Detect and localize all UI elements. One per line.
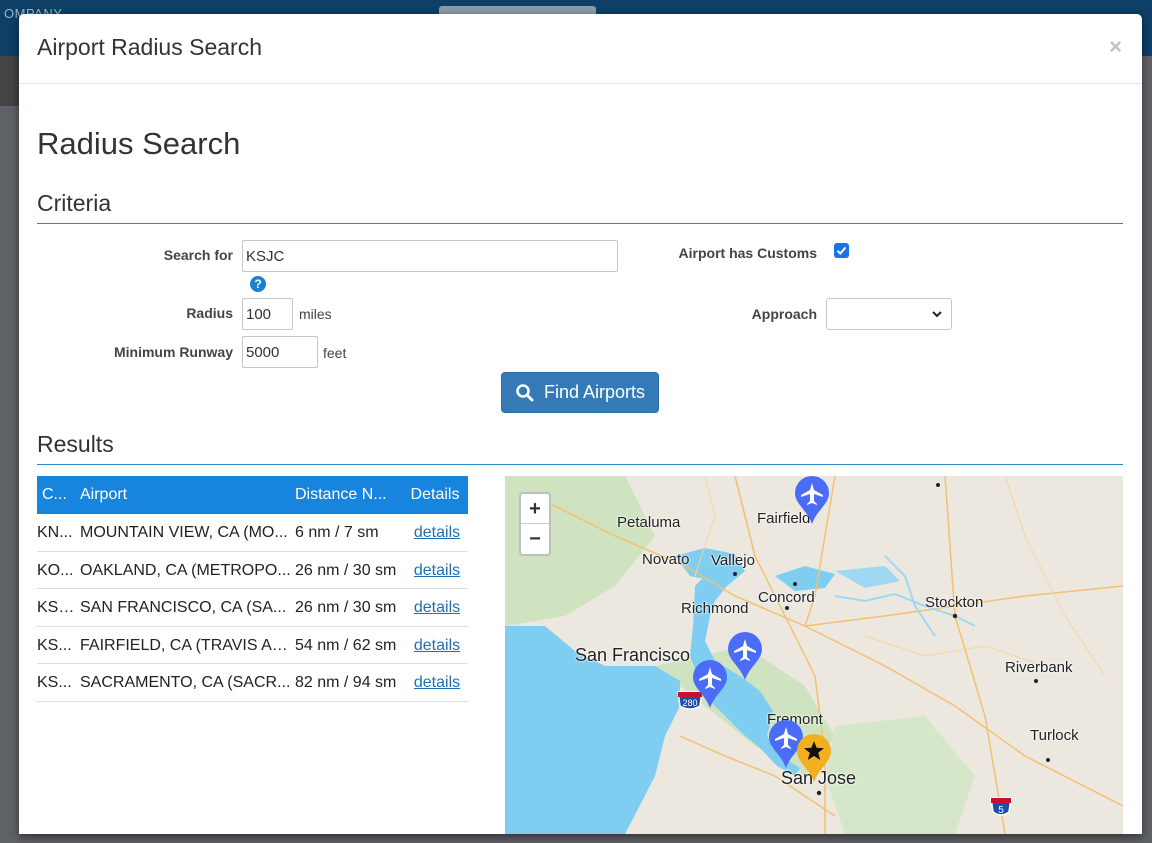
column-header-code[interactable]: C...: [42, 486, 77, 504]
modal-header: Airport Radius Search ×: [19, 14, 1142, 84]
cell-distance: 26 nm / 30 sm: [295, 561, 397, 579]
interstate-5-shield-icon: 5: [990, 797, 1012, 816]
table-row: KN... MOUNTAIN VIEW, CA (MO... 6 nm / 7 …: [37, 514, 468, 552]
details-link[interactable]: details: [412, 637, 462, 655]
city-label-vallejo: Vallejo: [711, 552, 755, 569]
details-link[interactable]: details: [412, 599, 462, 617]
min-runway-label: Minimum Runway: [113, 344, 233, 360]
cell-code: KSFO: [37, 599, 77, 617]
city-label-concord: Concord: [758, 589, 815, 606]
cell-airport: MOUNTAIN VIEW, CA (MO...: [80, 524, 288, 541]
radius-input[interactable]: [242, 298, 293, 330]
cell-distance: 6 nm / 7 sm: [295, 524, 379, 541]
table-row: KSFO SAN FRANCISCO, CA (SA... 26 nm / 30…: [37, 589, 468, 627]
table-row: KS... FAIRFIELD, CA (TRAVIS AFB) 54 nm /…: [37, 627, 468, 665]
checkmark-icon: [836, 246, 847, 255]
interstate-5-label: 5: [998, 805, 1004, 816]
min-runway-input[interactable]: [242, 336, 318, 368]
zoom-out-button[interactable]: −: [521, 524, 549, 554]
results-map[interactable]: + − Petaluma Fairfield Novato Vallejo Ri…: [505, 476, 1123, 834]
airport-radius-search-modal: Airport Radius Search × Radius Search Cr…: [19, 14, 1142, 834]
airport-marker-oakland-icon[interactable]: [726, 632, 764, 682]
zoom-in-button[interactable]: +: [521, 494, 549, 524]
table-row: KO... OAKLAND, CA (METROPO... 26 nm / 30…: [37, 552, 468, 590]
city-label-richmond: Richmond: [681, 600, 749, 617]
radius-unit: miles: [299, 306, 332, 322]
chevron-down-icon: [932, 311, 942, 318]
results-heading: Results: [37, 431, 114, 457]
city-label-san-francisco: San Francisco: [575, 645, 691, 665]
find-airports-label: Find Airports: [543, 382, 646, 402]
approach-label: Approach: [751, 306, 817, 322]
cell-distance: 54 nm / 62 sm: [295, 636, 397, 654]
page-title: Radius Search: [37, 126, 241, 161]
search-for-input[interactable]: [242, 240, 618, 272]
approach-select[interactable]: [826, 298, 952, 330]
details-link[interactable]: details: [412, 524, 462, 542]
find-airports-button[interactable]: Find Airports: [501, 372, 659, 413]
cell-airport: OAKLAND, CA (METROPO...: [80, 561, 291, 579]
search-icon: [516, 383, 534, 401]
min-runway-unit: feet: [323, 345, 347, 361]
cell-code: KN...: [37, 524, 73, 541]
column-header-details[interactable]: Details: [407, 486, 463, 504]
column-header-distance[interactable]: Distance N...: [295, 486, 407, 504]
city-label-stockton: Stockton: [925, 594, 984, 611]
origin-marker-star-icon[interactable]: [795, 734, 833, 784]
modal-title: Airport Radius Search: [37, 34, 262, 60]
cell-airport: FAIRFIELD, CA (TRAVIS AFB): [80, 636, 295, 654]
results-table: C... Airport Distance N... Details KN...…: [37, 476, 468, 702]
criteria-divider: [37, 223, 1123, 224]
city-label-riverbank: Riverbank: [1005, 659, 1073, 676]
radius-label: Radius: [186, 305, 233, 321]
customs-checkbox[interactable]: [834, 243, 849, 258]
background-sidebar: [0, 56, 19, 106]
airport-marker-fairfield-icon[interactable]: [793, 476, 831, 526]
cell-distance: 26 nm / 30 sm: [295, 599, 397, 617]
city-label-novato: Novato: [642, 551, 690, 568]
zoom-control: + −: [519, 492, 551, 556]
cell-code: KO...: [37, 561, 74, 579]
results-divider: [37, 464, 1123, 465]
cell-code: KS...: [37, 674, 72, 692]
results-table-header: C... Airport Distance N... Details: [37, 476, 468, 514]
column-header-airport[interactable]: Airport: [80, 486, 295, 504]
city-label-petaluma: Petaluma: [617, 514, 681, 531]
close-icon[interactable]: ×: [1109, 34, 1122, 60]
cell-airport: SAN FRANCISCO, CA (SA...: [80, 599, 287, 617]
airport-marker-san-francisco-icon[interactable]: [691, 660, 729, 710]
details-link[interactable]: details: [412, 562, 462, 580]
cell-code: KS...: [37, 636, 72, 654]
cell-distance: 82 nm / 94 sm: [295, 674, 397, 692]
help-icon[interactable]: ?: [250, 276, 266, 292]
criteria-heading: Criteria: [37, 190, 112, 216]
cell-airport: SACRAMENTO, CA (SACR...: [80, 674, 291, 692]
table-row: KS... SACRAMENTO, CA (SACR... 82 nm / 94…: [37, 664, 468, 702]
city-label-turlock: Turlock: [1030, 727, 1079, 744]
customs-label: Airport has Customs: [678, 245, 817, 261]
search-for-label: Search for: [163, 247, 233, 263]
details-link[interactable]: details: [412, 674, 462, 692]
